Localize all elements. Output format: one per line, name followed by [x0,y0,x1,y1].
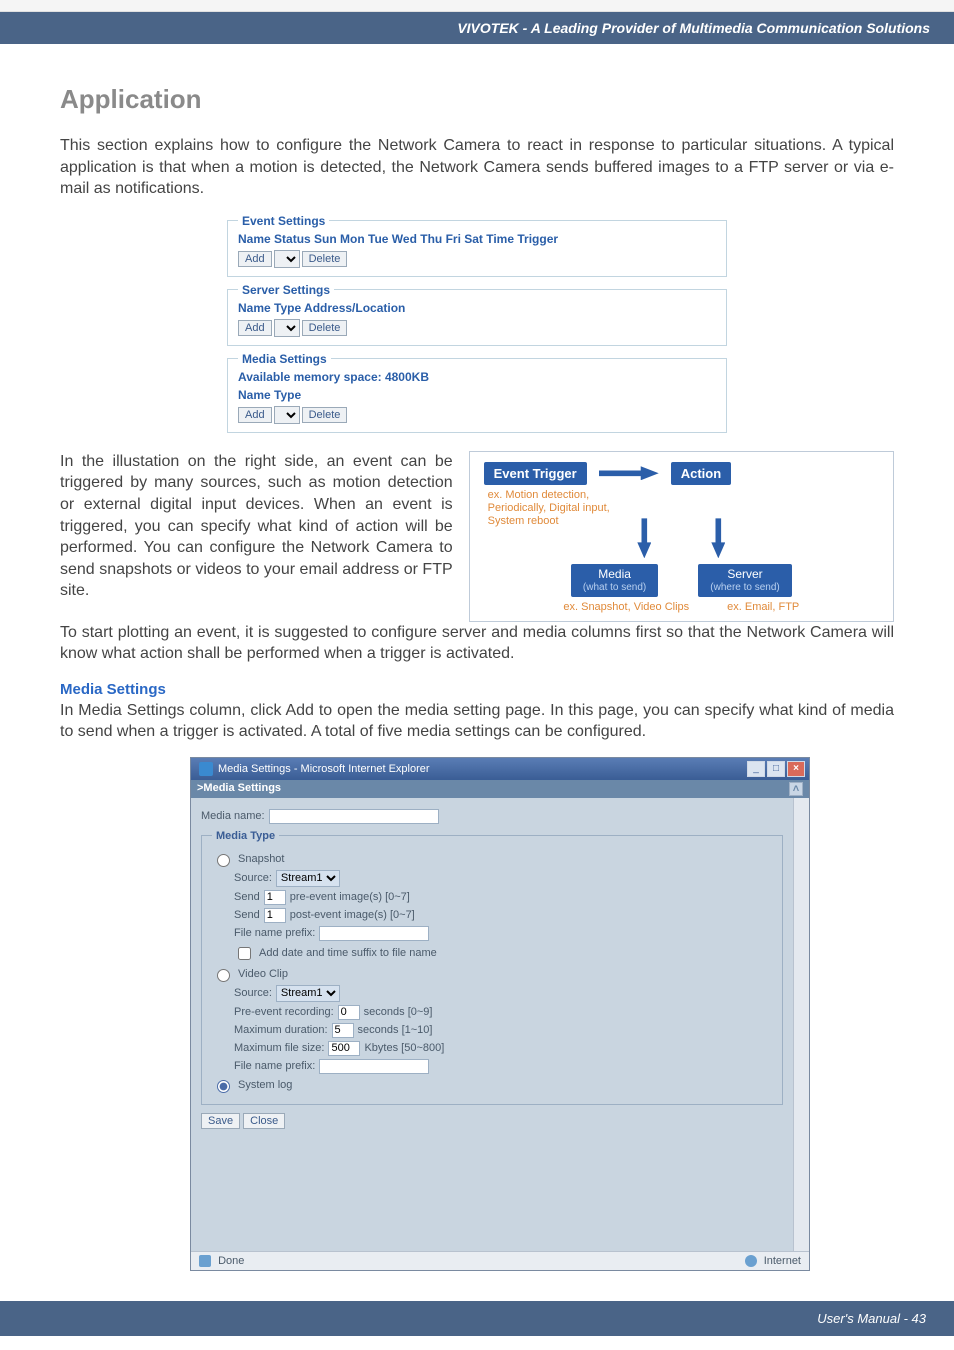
snapshot-suffix-checkbox[interactable] [238,947,251,960]
event-delete-button[interactable]: Delete [302,251,348,267]
systemlog-radio[interactable] [217,1080,230,1093]
media-type-fieldset: Media Type Snapshot Source: Stream1 Send… [201,830,783,1105]
window-subheader: >Media Settings ˄ [191,780,809,798]
settings-panels: Event Settings Name Status Sun Mon Tue W… [227,214,727,433]
media-name-label: Media name: [201,810,265,822]
snapshot-prefix-label: File name prefix: [234,927,315,939]
video-dur-suffix: seconds [1~10] [358,1024,433,1036]
diagram-media: Media (what to send) [571,564,658,596]
video-source-label: Source: [234,987,272,999]
videoclip-label: Video Clip [238,968,288,980]
illustration-paragraph: In the illustation on the right side, an… [60,451,453,602]
scroll-up-icon[interactable]: ˄ [789,782,803,796]
snapshot-pre-suffix: pre-event image(s) [0~7] [290,891,410,903]
video-pre-label: Pre-event recording: [234,1006,334,1018]
document-header: VIVOTEK - A Leading Provider of Multimed… [0,12,954,44]
vertical-scrollbar[interactable] [793,798,809,1251]
diagram-media-sub: (what to send) [583,582,646,593]
media-mem-row: Available memory space: 4800KB [238,370,716,384]
status-done-label: Done [218,1255,244,1267]
snapshot-suffix-label: Add date and time suffix to file name [259,947,437,959]
diagram-action: Action [671,462,731,485]
window-title: Media Settings - Microsoft Internet Expl… [218,763,430,775]
ie-logo-icon [199,762,213,776]
event-select[interactable] [274,250,300,268]
video-dur-label: Maximum duration: [234,1024,328,1036]
snapshot-post-input[interactable] [264,908,286,923]
videoclip-radio[interactable] [217,969,230,982]
media-add-button[interactable]: Add [238,407,272,423]
snapshot-send-pre-label: Send [234,891,260,903]
video-pre-suffix: seconds [0~9] [364,1006,433,1018]
video-prefix-input[interactable] [319,1059,429,1074]
page-footer: User's Manual - 43 [0,1301,954,1336]
window-subheader-text: >Media Settings [197,782,281,796]
event-settings-legend: Event Settings [238,214,329,228]
diagram-media-label: Media [598,567,631,581]
diagram-event-trigger: Event Trigger [484,462,587,485]
media-select[interactable] [274,406,300,424]
media-settings-paragraph: In Media Settings column, click Add to o… [60,700,894,743]
video-source-select[interactable]: Stream1 [276,985,340,1002]
snapshot-pre-input[interactable] [264,890,286,905]
media-delete-button[interactable]: Delete [302,407,348,423]
server-settings-panel: Server Settings Name Type Address/Locati… [227,283,727,346]
diagram-server-label: Server [727,567,762,581]
server-settings-header-row: Name Type Address/Location [238,301,716,315]
server-settings-legend: Server Settings [238,283,334,297]
internet-zone-icon [745,1255,757,1267]
event-diagram: Event Trigger Action ex. Motion detectio… [469,451,894,622]
media-settings-legend: Media Settings [238,352,331,366]
snapshot-label: Snapshot [238,853,284,865]
snapshot-send-post-label: Send [234,909,260,921]
video-size-input[interactable] [328,1041,360,1056]
video-prefix-label: File name prefix: [234,1060,315,1072]
media-settings-heading: Media Settings [60,681,894,698]
ie-done-icon [199,1255,211,1267]
video-size-suffix: Kbytes [50~800] [364,1042,444,1054]
intro-paragraph: This section explains how to configure t… [60,135,894,200]
event-add-button[interactable]: Add [238,251,272,267]
server-delete-button[interactable]: Delete [302,320,348,336]
media-settings-window: Media Settings - Microsoft Internet Expl… [190,757,810,1271]
diagram-server: Server (where to send) [698,564,791,596]
page-content: Application This section explains how to… [0,44,954,1271]
media-header-row: Name Type [238,388,716,402]
video-size-label: Maximum file size: [234,1042,324,1054]
arrow-right-icon [599,466,659,480]
window-maximize-button[interactable]: □ [767,761,785,777]
video-dur-input[interactable] [332,1023,354,1038]
video-pre-input[interactable] [338,1005,360,1020]
page-title: Application [60,84,894,115]
window-titlebar[interactable]: Media Settings - Microsoft Internet Expl… [191,758,809,780]
event-settings-header-row: Name Status Sun Mon Tue Wed Thu Fri Sat … [238,232,716,246]
window-minimize-button[interactable]: _ [747,761,765,777]
systemlog-label: System log [238,1079,292,1091]
ie-close-button[interactable]: Close [243,1113,285,1129]
snapshot-source-label: Source: [234,872,272,884]
window-close-button[interactable]: × [787,761,805,777]
media-settings-panel: Media Settings Available memory space: 4… [227,352,727,433]
window-statusbar: Done Internet [191,1251,809,1270]
ie-save-button[interactable]: Save [201,1113,240,1129]
plotting-paragraph: To start plotting an event, it is sugges… [60,622,894,665]
snapshot-prefix-input[interactable] [319,926,429,941]
snapshot-radio[interactable] [217,854,230,867]
arrow-down-icon [637,518,651,558]
event-settings-panel: Event Settings Name Status Sun Mon Tue W… [227,214,727,277]
media-type-legend: Media Type [212,830,279,842]
arrow-down-icon [711,518,725,558]
server-add-button[interactable]: Add [238,320,272,336]
top-spacer [0,0,954,12]
diagram-server-sub: (where to send) [710,582,779,593]
snapshot-source-select[interactable]: Stream1 [276,870,340,887]
server-select[interactable] [274,319,300,337]
diagram-example-server: ex. Email, FTP [727,601,799,613]
status-zone-label: Internet [764,1255,801,1267]
window-body: Media name: Media Type Snapshot Source: … [191,798,809,1251]
diagram-example-media: ex. Snapshot, Video Clips [563,601,689,613]
media-name-input[interactable] [269,809,439,824]
snapshot-post-suffix: post-event image(s) [0~7] [290,909,415,921]
